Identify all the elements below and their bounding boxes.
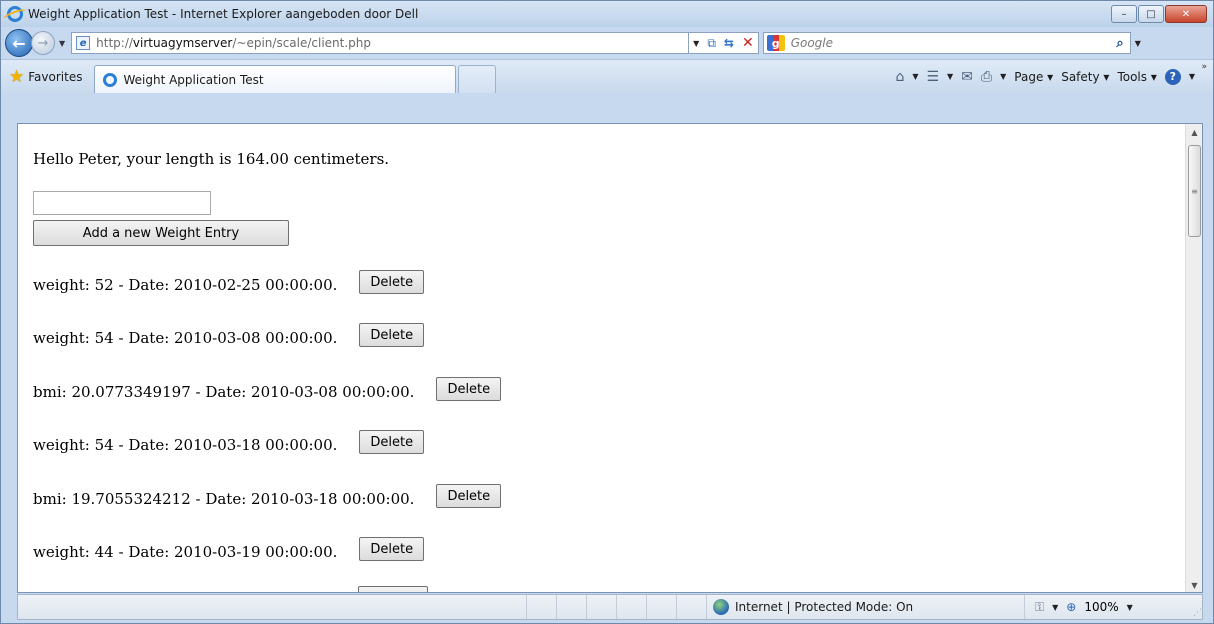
vertical-scrollbar[interactable]: ▲ ≡ ▼ [1185,124,1202,592]
tools-menu[interactable]: Tools ▾ [1117,70,1156,84]
protected-mode-dropdown-icon[interactable]: ▼ [1052,603,1058,612]
feeds-icon[interactable]: ☰ [926,69,939,85]
delete-button[interactable]: Delete [436,377,502,401]
status-cell [526,595,556,619]
new-tab-button[interactable] [458,65,497,93]
address-row: ← → ▼ e http://virtuagymserver/~epin/sca… [1,27,1213,59]
zone-text: Internet | Protected Mode: On [735,600,914,614]
scroll-thumb[interactable]: ≡ [1188,145,1201,237]
safety-menu-label: Safety [1061,69,1100,84]
address-tools: ▼ ⧉ ⇆ ✕ [689,32,759,54]
entry-text: weight: 52 - Date: 2010-02-25 00:00:00. [33,276,338,294]
status-cells [526,595,706,619]
feeds-dropdown-icon[interactable]: ▼ [947,72,953,81]
address-dropdown-icon[interactable]: ▼ [693,39,699,48]
tools-menu-label: Tools [1117,69,1147,84]
page-viewport: Hello Peter, your length is 164.00 centi… [17,123,1203,593]
back-arrow-icon[interactable]: ← [5,29,33,57]
address-url[interactable]: http://virtuagymserver/~epin/scale/clien… [96,36,371,50]
page-menu[interactable]: Page ▾ [1014,70,1053,84]
delete-button[interactable]: Delete [359,270,425,294]
scroll-down-icon[interactable]: ▼ [1186,577,1202,592]
browser-window: Weight Application Test - Internet Explo… [0,0,1214,624]
scroll-up-icon[interactable]: ▲ [1186,124,1202,141]
help-icon[interactable]: ? [1164,68,1181,85]
maximize-button[interactable]: □ [1138,5,1164,23]
url-host: virtuagymserver [132,36,233,50]
zoom-dropdown-icon[interactable]: ▼ [1127,603,1133,612]
entry-row: weight: 54 - Date: 2010-03-08 00:00:00. … [33,323,425,350]
delete-button[interactable]: Delete [359,430,425,454]
tab-weight-application-test[interactable]: Weight Application Test [94,65,457,93]
favorites-button[interactable]: ★ Favorites [7,64,90,90]
search-placeholder: Google [790,36,834,50]
safety-menu[interactable]: Safety ▾ [1061,70,1109,84]
page-content: Hello Peter, your length is 164.00 centi… [18,124,1186,592]
entry-row: bmi: 19.7055324212 - Date: 2010-03-18 00… [33,484,502,511]
protected-mode-icon[interactable]: ⚿ [1035,600,1044,615]
entry-text: weight: 44 - Date: 2010-03-19 00:00:00. [33,543,338,561]
zoom-icon[interactable]: ⊕ [1066,600,1076,614]
close-button[interactable]: ✕ [1165,5,1207,23]
stop-icon[interactable]: ✕ [742,35,754,51]
search-icon[interactable]: ⌕ [1116,36,1123,51]
refresh-icon[interactable]: ⇆ [724,36,734,50]
entry-text: weight: 54 - Date: 2010-03-08 00:00:00. [33,329,338,347]
favorites-label: Favorites [28,69,83,84]
status-cell [676,595,706,619]
window-controls: – □ ✕ [1111,5,1207,23]
page-icon: e [76,36,91,50]
delete-button-partial[interactable] [358,586,428,592]
tab-label: Weight Application Test [123,72,264,87]
page-menu-label: Page [1014,69,1044,84]
security-zone[interactable]: Internet | Protected Mode: On [706,595,1024,619]
print-icon[interactable]: ⎙ [981,69,992,85]
delete-button[interactable]: Delete [359,323,425,347]
status-cell [586,595,616,619]
status-bar: Internet | Protected Mode: On ⚿ ▼ ⊕ 100%… [17,594,1203,620]
entry-row: weight: 54 - Date: 2010-03-18 00:00:00. … [33,430,425,457]
compatibility-view-icon[interactable]: ⧉ [707,36,716,51]
minimize-button[interactable]: – [1111,5,1137,23]
search-options-dropdown-icon[interactable]: ▼ [1135,39,1141,48]
status-cell [646,595,676,619]
greeting-text: Hello Peter, your length is 164.00 centi… [33,150,390,168]
ie-logo-icon [7,6,23,22]
google-icon[interactable]: g [766,35,785,51]
mail-icon[interactable]: ✉ [961,69,973,85]
favorites-bar: ★ Favorites Weight Application Test ⌂ ▼ … [1,59,1213,93]
home-icon[interactable]: ⌂ [895,69,904,85]
resize-grip-icon[interactable]: ⋰ [1193,608,1202,618]
status-cell [616,595,646,619]
entry-text: bmi: 20.0773349197 - Date: 2010-03-08 00… [33,383,415,401]
status-cell [556,595,586,619]
entry-text: bmi: 19.7055324212 - Date: 2010-03-18 00… [33,490,415,508]
globe-icon [713,599,729,615]
delete-button[interactable]: Delete [436,484,502,508]
add-weight-entry-button[interactable]: Add a new Weight Entry [33,220,289,246]
tab-page-icon [103,72,118,87]
entry-row: weight: 52 - Date: 2010-02-25 00:00:00. … [33,270,425,297]
print-dropdown-icon[interactable]: ▼ [1000,72,1006,81]
entry-row: weight: 44 - Date: 2010-03-19 00:00:00. … [33,537,425,564]
url-prefix: http:// [96,36,133,50]
forward-arrow-icon[interactable]: → [31,31,55,55]
window-title: Weight Application Test - Internet Explo… [28,7,419,21]
weight-input[interactable] [33,191,211,215]
entry-row: bmi: 20.0773349197 - Date: 2010-03-08 00… [33,377,502,404]
title-bar: Weight Application Test - Internet Explo… [1,1,1213,27]
address-field[interactable]: e http://virtuagymserver/~epin/scale/cli… [71,32,690,54]
chevron-more-icon[interactable]: » [1201,62,1207,72]
recent-pages-dropdown-icon[interactable]: ▼ [59,39,65,48]
search-field[interactable]: g Google ⌕ [762,32,1131,54]
home-dropdown-icon[interactable]: ▼ [912,72,918,81]
delete-button[interactable]: Delete [359,537,425,561]
status-tools: ⚿ ▼ ⊕ 100% ▼ [1024,595,1133,619]
url-path: /~epin/scale/client.php [232,36,372,50]
command-bar: ⌂ ▼ ☰ ▼ ✉ ⎙ ▼ Page ▾ Safety ▾ Tools ▾ ? … [895,68,1195,85]
help-dropdown-icon[interactable]: ▼ [1189,72,1195,81]
star-icon: ★ [9,66,25,87]
zoom-level[interactable]: 100% [1084,600,1118,614]
entry-text: weight: 54 - Date: 2010-03-18 00:00:00. [33,436,338,454]
